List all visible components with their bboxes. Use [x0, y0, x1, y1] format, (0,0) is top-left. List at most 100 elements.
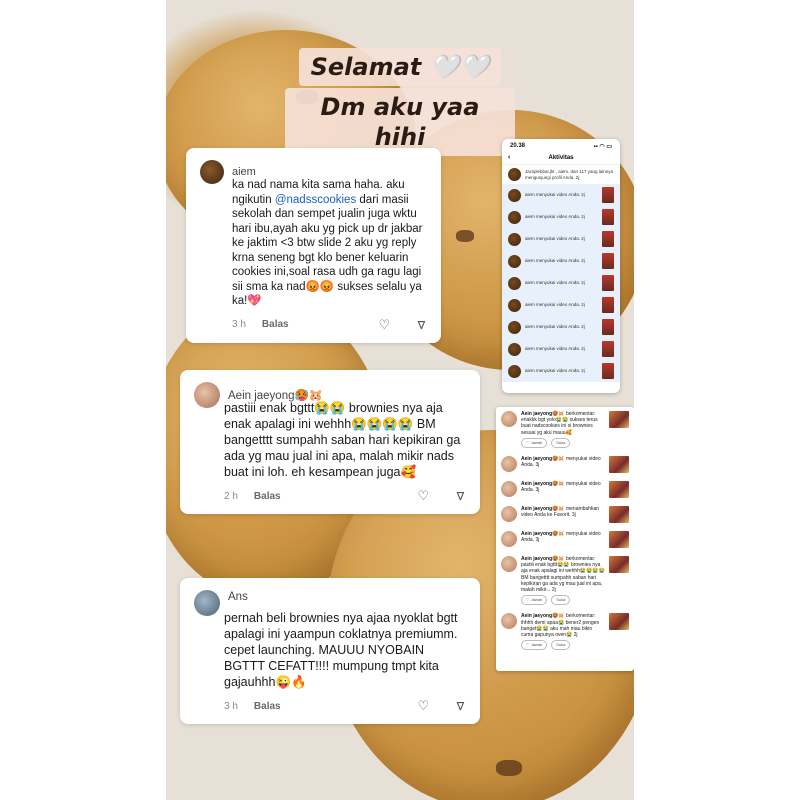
video-thumbnail [609, 481, 629, 499]
like-button[interactable]: Suka [551, 640, 571, 651]
like-button[interactable]: Suka [551, 595, 571, 606]
back-icon[interactable]: ‹ [508, 154, 510, 161]
avatar[interactable] [194, 590, 220, 616]
video-thumbnail [609, 556, 629, 574]
reply-button[interactable]: Balas [254, 491, 281, 502]
like-button[interactable]: Suka [551, 437, 571, 449]
list-item-text: Jaciiplebbar.jkt , aiem, dan 117 yang la… [525, 169, 613, 180]
mention-link[interactable]: @nadsscookies [275, 194, 356, 206]
list-item-text: aiem menyukai video Anda. 2j [525, 192, 585, 198]
list-item[interactable]: Aein jaeyong🥵🐹 menambahkan video Anda ke… [496, 502, 634, 527]
video-thumbnail [602, 319, 614, 335]
video-thumbnail [602, 209, 614, 225]
video-thumbnail [609, 531, 629, 549]
comment-time: 3 h [224, 700, 238, 712]
avatar [508, 364, 521, 378]
list-item[interactable]: Aein jaeyong🥵🐹 berkomentar: ihhhh demi a… [496, 609, 634, 654]
video-thumbnail [602, 363, 614, 379]
list-item-text: aiem menyukai video Anda. 2j [525, 258, 585, 264]
avatar [501, 506, 517, 523]
reply-button[interactable]: Balas [254, 701, 281, 712]
list-item[interactable]: aiem menyukai video Anda. 2j [502, 316, 620, 338]
heart-icon[interactable]: ♡ [417, 488, 429, 504]
list-item[interactable]: aiem menyukai video Anda. 2j [502, 206, 620, 228]
list-item[interactable]: aiem menyukai video Anda. 2j [502, 338, 620, 360]
video-thumbnail [602, 187, 614, 203]
list-item[interactable]: Jaciiplebbar.jkt , aiem, dan 117 yang la… [502, 165, 620, 184]
list-item[interactable]: Aein jaeyong🥵🐹 berkomentar: pastiii enak… [496, 552, 634, 609]
screen-title-text: Aktivitas [548, 155, 574, 161]
list-item[interactable]: aiem menyukai video Anda. 2j [502, 360, 620, 382]
avatar[interactable] [200, 160, 224, 184]
avatar [501, 481, 517, 498]
comment-card: Ans pernah beli brownies nya ajaa nyokla… [180, 578, 480, 724]
reply-button[interactable]: ♡ Jawab [521, 640, 548, 651]
story-frame: Selamat 🤍🤍 Dm aku yaa hihi aiem ka nad n… [0, 0, 800, 800]
list-item[interactable]: Aein jaeyong🥵🐹 menyukai video Anda. 3j [496, 452, 634, 477]
reply-button[interactable]: ♡ Jawab [521, 437, 548, 449]
list-item[interactable]: aiem menyukai video Anda. 2j [502, 228, 620, 250]
list-item[interactable]: aiem menyukai video Anda. 2j [502, 184, 620, 206]
story-title: Selamat 🤍🤍 Dm aku yaa hihi [285, 48, 515, 156]
title-line-2: Dm aku yaa hihi [285, 88, 515, 156]
activity-screenshot-2: Aein jaeyong🥵🐹 berkomentar: enakkk bgt y… [496, 407, 634, 671]
list-item-text: aiem menyukai video Anda. 2j [525, 214, 585, 220]
reply-button[interactable]: Balas [262, 319, 289, 330]
video-thumbnail [602, 253, 614, 269]
activity-user: Aein jaeyong🥵🐹 [521, 613, 565, 620]
avatar [508, 276, 521, 290]
video-thumbnail [602, 275, 614, 291]
list-item[interactable]: aiem menyukai video Anda. 2j [502, 250, 620, 272]
list-item[interactable]: aiem menyukai video Anda. 2j [502, 294, 620, 316]
avatar [508, 210, 521, 224]
chocolate-chip [456, 230, 474, 242]
comment-text: pastiii enak bgttt😭😭 brownies nya aja en… [224, 401, 461, 479]
heart-icon[interactable]: ♡ [378, 317, 390, 333]
status-icons: ▪▪ ◠ ▭ [593, 143, 613, 150]
avatar [508, 188, 521, 202]
list-item-text: aiem menyukai video Anda. 2j [525, 324, 585, 330]
comment-card: aiem ka nad nama kita sama haha. aku ngi… [186, 148, 441, 343]
story-background: Selamat 🤍🤍 Dm aku yaa hihi aiem ka nad n… [166, 0, 634, 800]
comment-author[interactable]: Ans [228, 591, 248, 603]
avatar [508, 168, 521, 181]
list-item[interactable]: Aein jaeyong🥵🐹 berkomentar: enakkk bgt y… [496, 407, 634, 452]
status-time: 20.38 [510, 143, 526, 149]
dislike-icon[interactable]: ⊲ [453, 701, 469, 712]
avatar [501, 613, 517, 630]
comment-text: pernah beli brownies nya ajaa nyoklat bg… [224, 611, 458, 689]
reply-button[interactable]: ♡ Jawab [521, 595, 548, 606]
list-item[interactable]: aiem menyukai video Anda. 2j [502, 272, 620, 294]
list-item[interactable]: Aein jaeyong🥵🐹 menyukai video Anda. 3j [496, 477, 634, 502]
activity-user: Aein jaeyong🥵🐹 [521, 456, 565, 463]
list-item[interactable]: Aein jaeyong🥵🐹 menyukai video Anda. 3j [496, 527, 634, 552]
avatar [501, 411, 517, 427]
dislike-icon[interactable]: ⊲ [453, 491, 469, 502]
title-line-1: Selamat 🤍🤍 [298, 48, 502, 86]
dislike-icon[interactable]: ⊲ [414, 319, 430, 330]
avatar [501, 556, 517, 573]
avatar [501, 531, 517, 548]
comment-card: Aein jaeyong🥵🐹 pastiii enak bgttt😭😭 brow… [180, 370, 480, 514]
list-item-text: aiem menyukai video Anda. 2j [525, 368, 585, 374]
avatar [508, 342, 521, 356]
video-thumbnail [602, 297, 614, 313]
chocolate-chip [496, 760, 522, 776]
activity-screenshot: 20.38 ▪▪ ◠ ▭ ‹ Aktivitas Jaciiplebbar.jk… [502, 139, 620, 393]
avatar [508, 298, 521, 312]
video-thumbnail [609, 506, 629, 524]
avatar [501, 456, 517, 473]
list-item-text: aiem menyukai video Anda. 2j [525, 346, 585, 352]
activity-user: Aein jaeyong🥵🐹 [521, 481, 565, 488]
avatar [508, 254, 521, 268]
comment-text-part: dari masii sekolah dan sempet jualin jug… [232, 193, 423, 308]
comment-time: 3 h [232, 319, 246, 330]
activity-user: Aein jaeyong🥵🐹 [521, 531, 565, 538]
heart-icon[interactable]: ♡ [417, 698, 429, 714]
avatar[interactable] [194, 382, 220, 408]
screen-title: ‹ Aktivitas [502, 153, 620, 165]
video-thumbnail [609, 613, 629, 631]
comment-author[interactable]: aiem [232, 166, 256, 178]
comment-text: ka nad nama kita sama haha. aku ngikutin… [232, 178, 427, 309]
activity-user: Aein jaeyong🥵🐹 [521, 506, 565, 513]
